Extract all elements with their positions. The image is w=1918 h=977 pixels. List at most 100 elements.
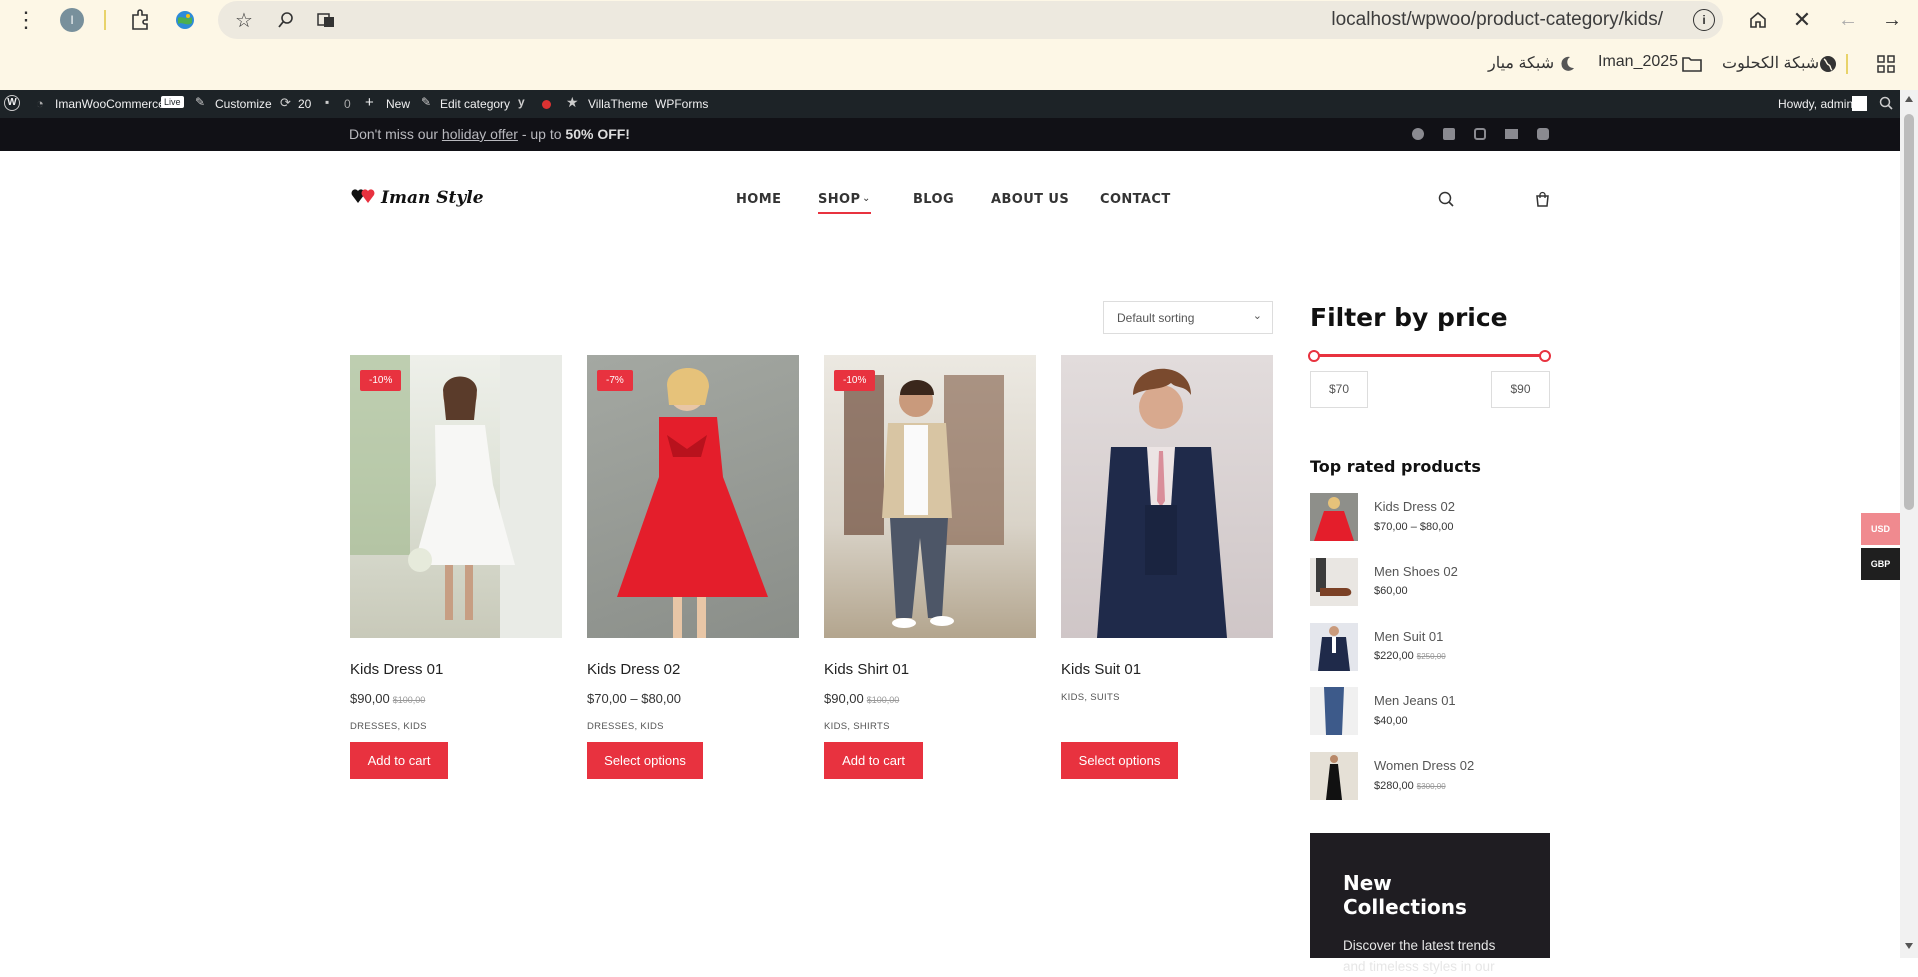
yoast-icon[interactable]: y [518, 95, 525, 109]
search-icon[interactable] [1438, 191, 1454, 212]
translate-icon[interactable] [314, 8, 338, 32]
price-slider-handle-max[interactable] [1539, 350, 1551, 362]
nav-contact[interactable]: CONTACT [1100, 192, 1171, 207]
facebook-icon[interactable] [1412, 128, 1424, 140]
top-rated-thumb[interactable] [1310, 687, 1358, 735]
bookmark-item[interactable]: شبكة ميار [1488, 53, 1554, 73]
apps-grid-icon[interactable] [1874, 52, 1898, 76]
product-price: $90,00 $100,00 [350, 691, 426, 706]
chevron-down-icon[interactable]: ⌄ [862, 193, 870, 204]
product-title[interactable]: Kids Dress 01 [350, 661, 443, 678]
top-rated-title: Top rated products [1310, 457, 1481, 476]
status-dot-icon [542, 100, 551, 109]
home-icon[interactable] [1744, 6, 1772, 34]
top-rated-price: $60,00 [1374, 585, 1408, 597]
edit-category-link[interactable]: Edit category [440, 97, 510, 111]
comments-icon: ▪ [325, 95, 330, 109]
product-categories[interactable]: DRESSES, KIDS [587, 721, 664, 732]
logo-text: Iman Style [381, 188, 484, 208]
villatheme-link[interactable]: VillaTheme [588, 97, 648, 111]
kebab-menu-icon[interactable]: ⋮ [14, 6, 38, 34]
currency-gbp-button[interactable]: GBP [1861, 548, 1900, 580]
top-rated-thumb[interactable] [1310, 623, 1358, 671]
top-rated-name[interactable]: Kids Dress 02 [1374, 499, 1455, 514]
wordpress-logo-icon[interactable]: W [4, 95, 20, 111]
site-name[interactable]: ImanWooCommerce [55, 97, 165, 111]
currency-usd-button[interactable]: USD [1861, 513, 1900, 545]
product-categories[interactable]: KIDS, SUITS [1061, 692, 1120, 703]
product-title[interactable]: Kids Dress 02 [587, 661, 680, 678]
new-link[interactable]: New [386, 97, 410, 111]
updates-count[interactable]: 20 [298, 97, 311, 111]
chevron-down-icon: ⌄ [1252, 310, 1262, 322]
x-twitter-icon[interactable] [1443, 128, 1455, 140]
nav-home[interactable]: HOME [736, 192, 781, 207]
profile-avatar[interactable]: I [60, 8, 84, 32]
top-rated-thumb[interactable] [1310, 752, 1358, 800]
select-options-button[interactable]: Select options [1061, 742, 1178, 779]
sorting-select[interactable]: Default sorting ⌄ [1103, 301, 1273, 334]
scrollbar-down-arrow[interactable] [1905, 943, 1913, 949]
forward-arrow-icon[interactable]: → [1878, 6, 1906, 34]
top-rated-name[interactable]: Men Suit 01 [1374, 629, 1443, 644]
holiday-offer-link[interactable]: holiday offer [442, 126, 518, 142]
live-badge: Live [161, 96, 184, 108]
wpforms-link[interactable]: WPForms [655, 97, 708, 111]
price-max-field[interactable]: $90 [1491, 371, 1550, 408]
price-slider-handle-min[interactable] [1308, 350, 1320, 362]
nav-blog[interactable]: BLOG [913, 192, 954, 207]
instagram-icon[interactable] [1474, 128, 1486, 140]
product-title[interactable]: Kids Suit 01 [1061, 661, 1141, 678]
extensions-icon[interactable] [126, 6, 154, 34]
product-categories[interactable]: KIDS, SHIRTS [824, 721, 890, 732]
product-image[interactable]: -10% [824, 355, 1036, 638]
select-options-button[interactable]: Select options [587, 742, 703, 779]
top-rated-thumb[interactable] [1310, 558, 1358, 606]
product-image[interactable]: -10% [350, 355, 562, 638]
notice-text: Don't miss our holiday offer - up to 50%… [349, 126, 630, 142]
top-rated-thumb[interactable] [1310, 493, 1358, 541]
phone-icon[interactable] [1537, 128, 1549, 140]
howdy-user[interactable]: Howdy, admin [1778, 97, 1853, 111]
browser-chrome: ⋮ I ☆ localhost/wpwoo/product-category/k… [0, 0, 1918, 90]
site-logo[interactable]: Iman Style [350, 187, 484, 209]
nav-shop[interactable]: SHOP [818, 192, 860, 207]
separator [104, 10, 106, 30]
scrollbar[interactable] [1900, 90, 1918, 958]
comments-count[interactable]: 0 [344, 97, 351, 111]
top-rated-name[interactable]: Women Dress 02 [1374, 758, 1474, 773]
globe-extension-icon[interactable] [172, 6, 198, 34]
product-title[interactable]: Kids Shirt 01 [824, 661, 909, 678]
wp-admin-bar: W ◔ ImanWooCommerce Live ✎ Customize ⟳ 2… [0, 90, 1900, 118]
bookmark-item[interactable]: شبكة الكحلوت [1722, 53, 1819, 73]
nav-about-us[interactable]: ABOUT US [991, 192, 1069, 207]
top-rated-name[interactable]: Men Jeans 01 [1374, 693, 1456, 708]
scrollbar-up-arrow[interactable] [1905, 96, 1913, 102]
top-rated-name[interactable]: Men Shoes 02 [1374, 564, 1458, 579]
promo-title: New Collections [1343, 871, 1467, 919]
product-image[interactable] [1061, 355, 1273, 638]
cart-icon[interactable] [1535, 191, 1550, 212]
site-info-icon[interactable]: i [1693, 9, 1715, 31]
add-to-cart-button[interactable]: Add to cart [824, 742, 923, 779]
back-arrow-icon[interactable]: ← [1834, 6, 1862, 34]
user-avatar[interactable] [1852, 96, 1867, 111]
url-text[interactable]: localhost/wpwoo/product-category/kids/ [1331, 9, 1663, 31]
price-slider-track[interactable] [1315, 354, 1546, 357]
separator [1846, 54, 1848, 74]
search-icon[interactable] [1879, 96, 1893, 113]
scrollbar-thumb[interactable] [1904, 114, 1914, 510]
zoom-icon[interactable] [274, 8, 298, 32]
promo-notice-bar: Don't miss our holiday offer - up to 50%… [0, 118, 1900, 151]
bookmark-star-icon[interactable]: ☆ [232, 8, 256, 32]
close-icon[interactable]: ✕ [1788, 6, 1816, 34]
product-categories[interactable]: DRESSES, KIDS [350, 721, 427, 732]
product-image[interactable]: -7% [587, 355, 799, 638]
customize-link[interactable]: Customize [215, 97, 272, 111]
price-min-field[interactable]: $70 [1310, 371, 1368, 408]
bookmark-folder[interactable]: Iman_2025 [1598, 53, 1678, 71]
promo-text: Discover the latest trends and timeless … [1343, 938, 1496, 974]
add-to-cart-button[interactable]: Add to cart [350, 742, 448, 779]
email-icon[interactable] [1505, 129, 1518, 139]
address-bar[interactable]: ☆ localhost/wpwoo/product-category/kids/… [218, 1, 1723, 39]
